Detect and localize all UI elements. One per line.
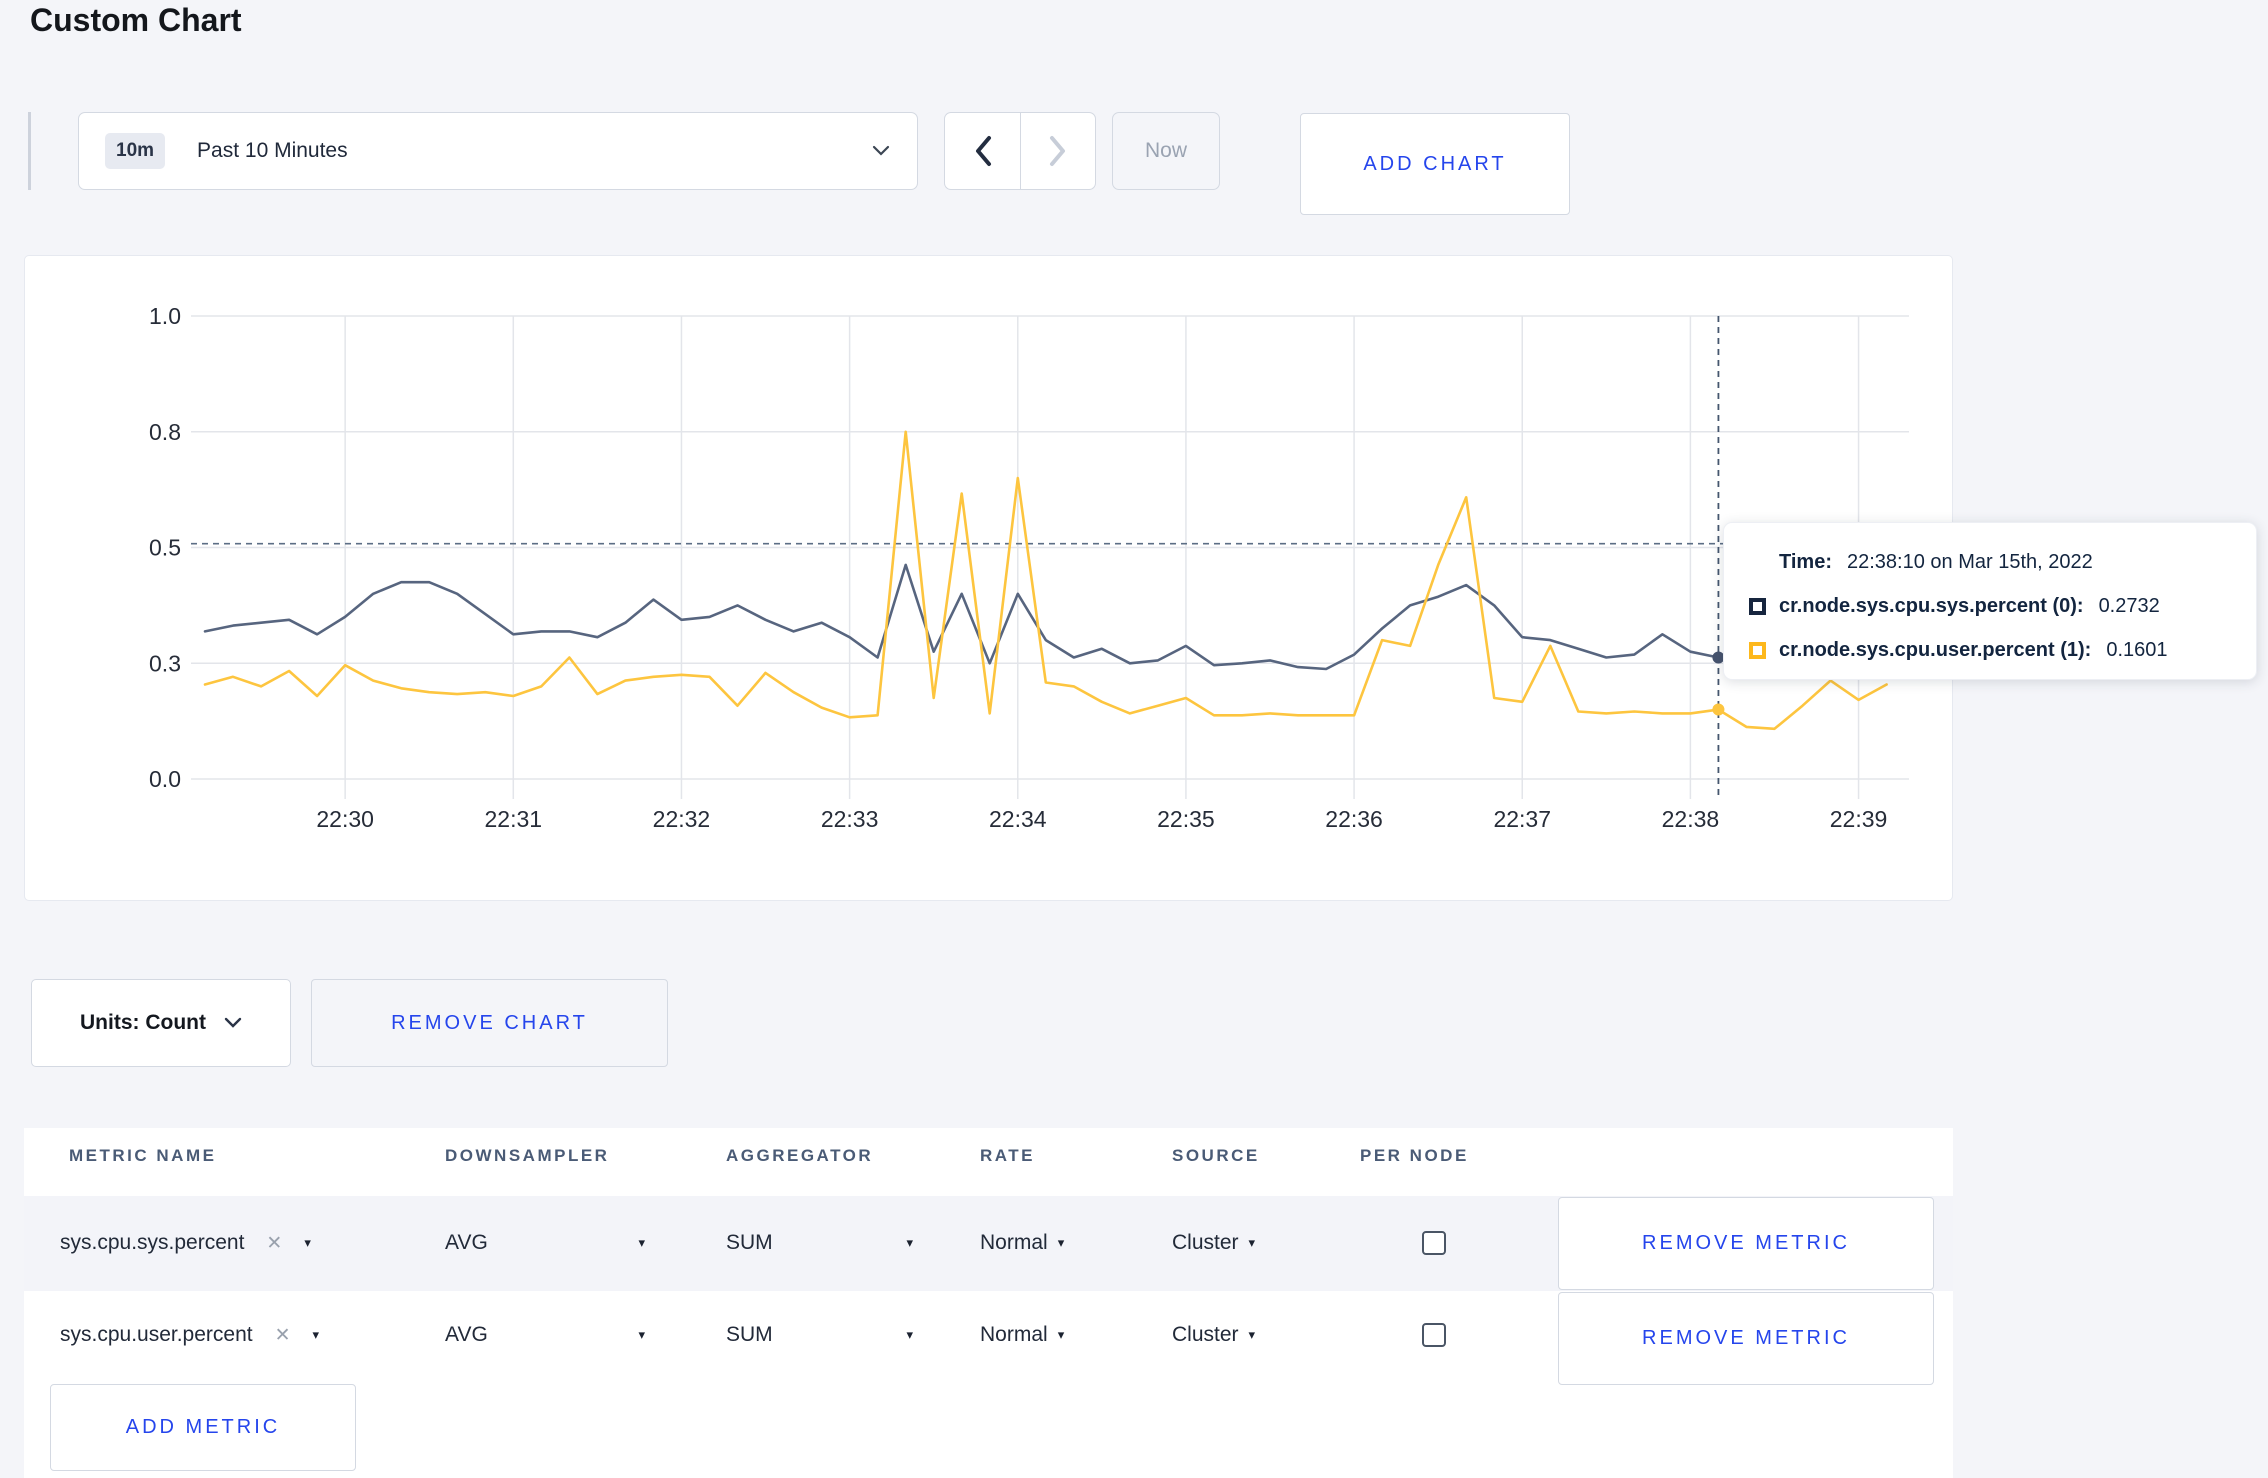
add-chart-button[interactable]: ADD CHART [1300, 113, 1570, 215]
column-header-downsampler: DOWNSAMPLER [445, 1146, 610, 1165]
y-tick-label: 0.8 [149, 419, 181, 445]
y-tick-label: 0.3 [149, 650, 181, 676]
time-nav-group [944, 112, 1096, 190]
clear-metric-icon[interactable]: ✕ [266, 1232, 282, 1255]
y-tick-label: 1.0 [149, 303, 181, 329]
aggregator-value: SUM [726, 1231, 773, 1254]
remove-metric-button[interactable]: REMOVE METRIC [1558, 1197, 1934, 1290]
y-tick-label: 0.5 [149, 535, 181, 561]
x-tick-label: 22:33 [821, 806, 879, 832]
clear-metric-icon[interactable]: ✕ [275, 1324, 291, 1347]
custom-chart-page: Custom Chart 10m Past 10 Minutes Now ADD… [0, 0, 2268, 1478]
units-label: Units: Count [80, 1011, 206, 1034]
downsampler-value: AVG [445, 1323, 488, 1346]
tooltip-series-sys-row: cr.node.sys.cpu.sys.percent (0): 0.2732 [1749, 584, 2236, 628]
aggregator-select[interactable]: SUM ▾ [726, 1223, 913, 1263]
time-range-badge: 10m [105, 133, 166, 169]
sys-series-swatch-icon [1749, 597, 1766, 615]
tooltip-time-row: Time: 22:38:10 on Mar 15th, 2022 [1749, 540, 2236, 584]
tooltip-sys-value: 0.2732 [2098, 594, 2160, 617]
chart-tooltip: Time: 22:38:10 on Mar 15th, 2022 cr.node… [1723, 522, 2257, 680]
source-select[interactable]: Cluster ▾ [1172, 1223, 1255, 1263]
column-header-aggregator: AGGREGATOR [726, 1146, 874, 1165]
source-select[interactable]: Cluster ▾ [1172, 1315, 1255, 1355]
caret-down-icon: ▾ [1057, 1235, 1065, 1250]
metric-name-select[interactable]: sys.cpu.sys.percent ✕ ▾ [60, 1223, 410, 1263]
metric-name-select[interactable]: sys.cpu.user.percent ✕ ▾ [60, 1315, 410, 1355]
downsampler-select[interactable]: AVG ▾ [445, 1223, 645, 1263]
caret-down-icon: ▾ [312, 1327, 320, 1342]
chevron-down-icon [872, 145, 890, 156]
downsampler-select[interactable]: AVG ▾ [445, 1315, 645, 1355]
caret-down-icon: ▾ [1248, 1327, 1256, 1342]
tooltip-sys-label: cr.node.sys.cpu.sys.percent (0): [1779, 594, 2084, 617]
caret-down-icon: ▾ [638, 1327, 645, 1342]
per-node-checkbox[interactable] [1422, 1231, 1446, 1255]
aggregator-value: SUM [726, 1323, 773, 1346]
downsampler-value: AVG [445, 1231, 488, 1254]
column-header-source: SOURCE [1172, 1146, 1260, 1165]
x-tick-label: 22:35 [1157, 806, 1215, 832]
user-series-swatch-icon [1749, 641, 1766, 659]
caret-down-icon: ▾ [906, 1235, 913, 1250]
metric-name-value: sys.cpu.sys.percent [60, 1231, 245, 1254]
aggregator-select[interactable]: SUM ▾ [726, 1315, 913, 1355]
x-tick-label: 22:38 [1662, 806, 1720, 832]
chevron-down-icon [224, 1017, 242, 1028]
tooltip-series-user-row: cr.node.sys.cpu.user.percent (1): 0.1601 [1749, 628, 2236, 672]
rate-value: Normal [980, 1323, 1048, 1346]
tooltip-time-value: 22:38:10 on Mar 15th, 2022 [1846, 550, 2093, 573]
x-tick-label: 22:30 [316, 806, 374, 832]
per-node-checkbox[interactable] [1422, 1323, 1446, 1347]
x-tick-label: 22:39 [1830, 806, 1888, 832]
remove-chart-button[interactable]: REMOVE CHART [311, 979, 668, 1067]
remove-metric-button[interactable]: REMOVE METRIC [1558, 1292, 1934, 1385]
source-value: Cluster [1172, 1323, 1239, 1346]
toolbar-divider [28, 112, 31, 190]
column-header-rate: RATE [980, 1146, 1036, 1165]
caret-down-icon: ▾ [1248, 1235, 1256, 1250]
rate-value: Normal [980, 1231, 1048, 1254]
x-tick-label: 22:34 [989, 806, 1047, 832]
chevron-left-icon [975, 136, 991, 166]
x-tick-label: 22:37 [1493, 806, 1551, 832]
crosshair-dot-1 [1712, 703, 1725, 716]
time-range-dropdown[interactable]: 10m Past 10 Minutes [78, 112, 918, 190]
time-range-label: Past 10 Minutes [197, 139, 348, 162]
page-title: Custom Chart [30, 2, 242, 38]
tooltip-user-label: cr.node.sys.cpu.user.percent (1): [1779, 638, 2092, 661]
column-header-metric-name: METRIC NAME [69, 1146, 217, 1165]
series-line-1 [203, 430, 1888, 731]
series-line-0 [203, 563, 1888, 671]
column-header-per-node: PER NODE [1360, 1146, 1469, 1165]
source-value: Cluster [1172, 1231, 1239, 1254]
tooltip-time-label: Time: [1779, 550, 1832, 573]
units-dropdown[interactable]: Units: Count [31, 979, 291, 1067]
time-forward-button[interactable] [1020, 112, 1096, 190]
now-button[interactable]: Now [1112, 112, 1220, 190]
caret-down-icon: ▾ [304, 1235, 311, 1250]
x-tick-label: 22:31 [485, 806, 543, 832]
caret-down-icon: ▾ [1057, 1327, 1065, 1342]
rate-select[interactable]: Normal ▾ [980, 1223, 1064, 1263]
time-backward-button[interactable] [944, 112, 1020, 190]
y-tick-label: 0.0 [149, 766, 181, 792]
caret-down-icon: ▾ [638, 1235, 645, 1250]
x-tick-label: 22:32 [653, 806, 711, 832]
cpu-usage-chart[interactable]: 0.0 0.3 0.5 0.8 1.0 22:30 22:31 22:32 22:33 22:34… [25, 256, 1954, 902]
x-tick-label: 22:36 [1325, 806, 1383, 832]
metrics-table: METRIC NAME DOWNSAMPLER AGGREGATOR RATE … [24, 1128, 1953, 1478]
chart-card: 0.0 0.3 0.5 0.8 1.0 22:30 22:31 22:32 22:33 22:34… [24, 255, 1953, 901]
metric-name-value: sys.cpu.user.percent [60, 1323, 253, 1346]
tooltip-user-value: 0.1601 [2106, 638, 2168, 661]
chevron-right-icon [1050, 136, 1065, 166]
rate-select[interactable]: Normal ▾ [980, 1315, 1064, 1355]
add-metric-button[interactable]: ADD METRIC [50, 1384, 356, 1471]
caret-down-icon: ▾ [906, 1327, 913, 1342]
